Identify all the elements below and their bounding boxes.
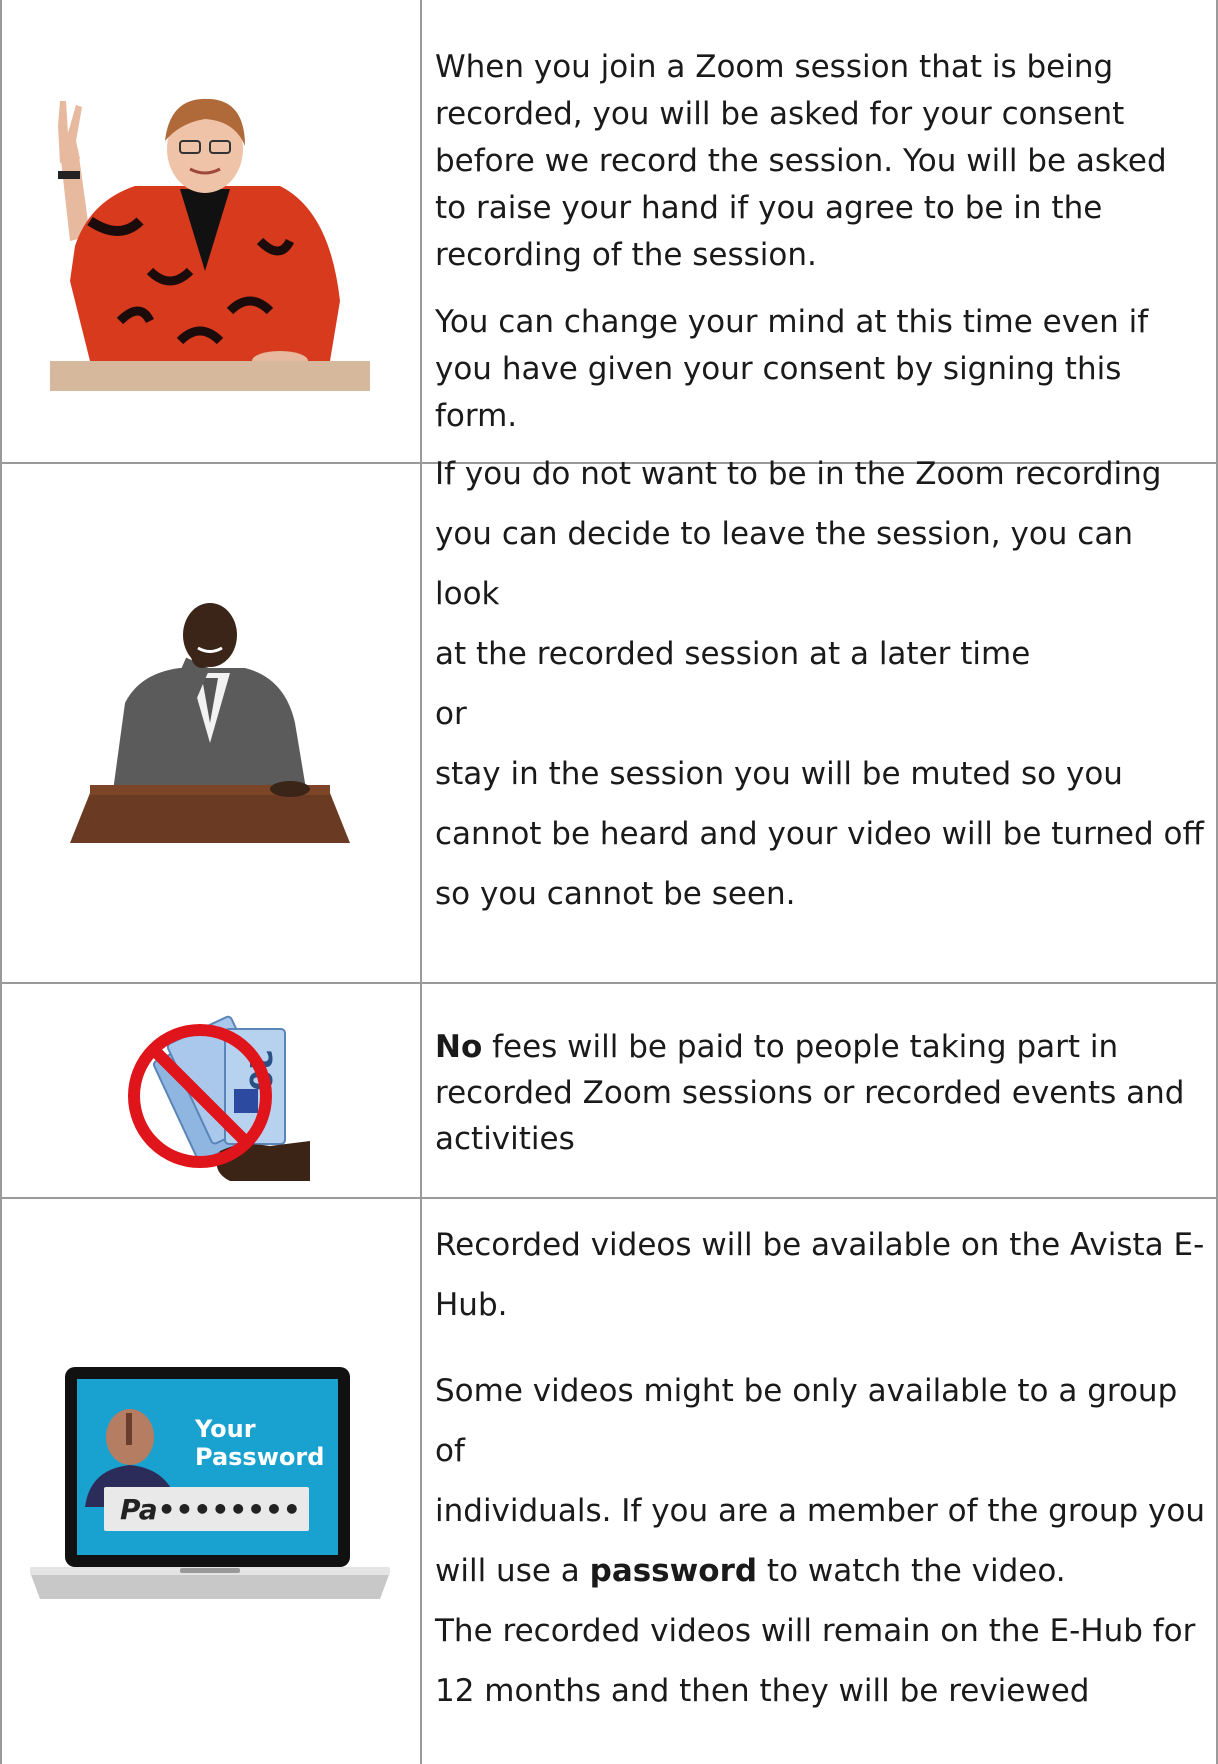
woman-raising-hand-image	[0, 0, 420, 462]
row-text: If you do not want to be in the Zoom rec…	[435, 456, 1205, 924]
text-line: or	[435, 696, 467, 732]
table-row: If you do not want to be in the Zoom rec…	[0, 456, 1218, 982]
table-row: Your Password Pa•••••••• Recorded videos…	[0, 1199, 1218, 1764]
man-thinking-image	[0, 464, 420, 982]
table-row: When you join a Zoom session that is bei…	[0, 0, 1218, 462]
text-line: cannot be heard and your video will be t…	[435, 816, 1204, 852]
text-line: If you do not want to be in the Zoom rec…	[435, 456, 1162, 492]
row-text: No fees will be paid to people taking pa…	[435, 1024, 1205, 1162]
paragraph: When you join a Zoom session that is bei…	[435, 49, 1167, 273]
no-money-image: 20	[0, 984, 420, 1197]
text-line: stay in the session you will be muted so…	[435, 756, 1123, 792]
text-part: will use a	[435, 1553, 590, 1589]
text-line: 12 months and then they will be reviewed	[435, 1673, 1090, 1709]
paragraph: No fees will be paid to people taking pa…	[435, 1024, 1205, 1162]
text-line: Some videos might be only available to a…	[435, 1373, 1178, 1469]
woman-raising-hand-icon	[50, 98, 370, 391]
paragraph: You can change your mind at this time ev…	[435, 304, 1149, 434]
table-row: 20 No fees will be paid to people taking…	[0, 984, 1218, 1197]
text-line: Recorded videos will be available on the…	[435, 1227, 1205, 1263]
laptop-password-field: Pa••••••••	[120, 1493, 301, 1526]
row-text: Recorded videos will be available on the…	[435, 1199, 1205, 1721]
password-word: password	[589, 1553, 758, 1589]
text-line: individuals. If you are a member of the …	[435, 1493, 1205, 1529]
bold-word: No	[435, 1029, 483, 1065]
laptop-title-1: Your	[194, 1415, 256, 1443]
row-text: When you join a Zoom session that is bei…	[435, 44, 1205, 440]
text-line: The recorded videos will remain on the E…	[435, 1613, 1196, 1649]
text-line: will use a password to watch the video.	[435, 1541, 1205, 1601]
no-money-icon: 20	[128, 1015, 310, 1181]
text-line: at the recorded session at a later time	[435, 636, 1031, 672]
man-thinking-icon	[70, 603, 350, 843]
content-table: When you join a Zoom session that is bei…	[0, 0, 1218, 1764]
text-part: to watch the video.	[757, 1553, 1066, 1589]
laptop-icon: Your Password Pa••••••••	[30, 1366, 390, 1599]
text-line: so you cannot be seen.	[435, 876, 796, 912]
laptop-password-image: Your Password Pa••••••••	[0, 1199, 420, 1764]
text-line: you can decide to leave the session, you…	[435, 516, 1133, 612]
paragraph-rest: fees will be paid to people taking part …	[435, 1029, 1185, 1157]
laptop-title-2: Password	[195, 1443, 324, 1471]
text-line: Hub.	[435, 1287, 508, 1323]
